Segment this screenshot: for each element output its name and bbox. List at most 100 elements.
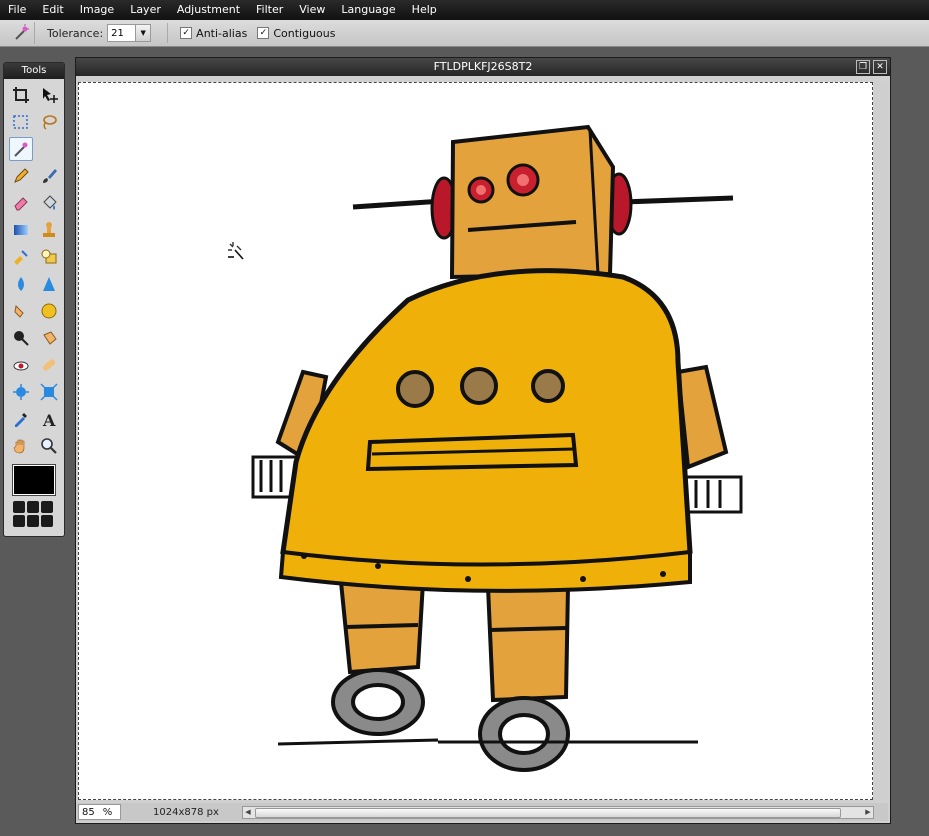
antialias-label: Anti-alias <box>196 26 248 40</box>
text-a-icon: A <box>42 411 56 428</box>
scroll-right-icon[interactable]: ▶ <box>863 807 873 818</box>
brush-icon <box>43 169 57 183</box>
type-tool[interactable]: A <box>37 407 61 431</box>
clone-stamp-tool[interactable] <box>37 218 61 242</box>
vertical-scrollbar[interactable] <box>874 82 888 800</box>
color-picker-tool[interactable] <box>9 407 33 431</box>
empty-tool-slot <box>37 137 61 161</box>
menu-layer[interactable]: Layer <box>122 0 169 20</box>
document-titlebar[interactable]: FTLDPLKFJ26S8T2 ❐ ✕ <box>76 58 890 76</box>
view-mode-button[interactable] <box>41 501 53 513</box>
document-window: FTLDPLKFJ26S8T2 ❐ ✕ 85 % 1024x878 px ◀ ▶ <box>75 57 891 824</box>
pencil-tool[interactable] <box>9 164 33 188</box>
menu-help[interactable]: Help <box>404 0 445 20</box>
antialias-option[interactable]: ✓ Anti-alias <box>180 27 247 40</box>
view-mode-button[interactable] <box>27 501 39 513</box>
tool-grid: A <box>4 79 64 461</box>
crop-icon <box>13 87 29 103</box>
sharpen-cone-icon <box>43 277 55 291</box>
view-mode-button[interactable] <box>13 501 25 513</box>
contiguous-label: Contiguous <box>273 26 336 40</box>
menu-adjustment[interactable]: Adjustment <box>169 0 248 20</box>
tolerance-dropdown-button[interactable]: ▼ <box>135 25 151 41</box>
primary-color-swatch[interactable] <box>12 464 56 496</box>
eraser-icon <box>14 197 28 211</box>
blur-tool[interactable] <box>9 272 33 296</box>
brush-tool[interactable] <box>37 164 61 188</box>
scroll-left-icon[interactable]: ◀ <box>243 807 253 818</box>
pencil-icon <box>14 168 29 183</box>
pinch-tool[interactable] <box>37 380 61 404</box>
zoom-value: 85 <box>82 806 95 818</box>
bucket-tool[interactable] <box>37 191 61 215</box>
shape-icon <box>41 249 57 264</box>
drawing-tool[interactable] <box>37 245 61 269</box>
lasso-icon <box>43 115 57 130</box>
zoom-tool[interactable] <box>37 434 61 458</box>
tools-panel: Tools A <box>3 62 65 537</box>
menu-filter[interactable]: Filter <box>248 0 291 20</box>
view-mode-button[interactable] <box>41 515 53 527</box>
horizontal-scrollbar[interactable]: ◀ ▶ <box>242 806 874 819</box>
burn-tool[interactable] <box>37 326 61 350</box>
bloat-tool[interactable] <box>9 380 33 404</box>
tool-options-bar: Tolerance: ▼ ✓ Anti-alias ✓ Contiguous <box>0 20 929 47</box>
red-eye-tool[interactable] <box>9 353 33 377</box>
smudge-tool[interactable] <box>9 299 33 323</box>
magic-wand-tool[interactable] <box>9 137 33 161</box>
menu-file[interactable]: File <box>0 0 34 20</box>
document-title: FTLDPLKFJ26S8T2 <box>433 60 533 73</box>
dodge-tool[interactable] <box>9 326 33 350</box>
marquee-tool[interactable] <box>9 110 33 134</box>
zoom-input[interactable]: 85 % <box>78 804 121 820</box>
menu-bar: File Edit Image Layer Adjustment Filter … <box>0 0 929 20</box>
magic-wand-cursor-icon <box>228 242 244 260</box>
dodge-icon <box>14 331 29 346</box>
blur-drop-icon <box>18 277 24 291</box>
gradient-tool[interactable] <box>9 218 33 242</box>
close-button[interactable]: ✕ <box>873 60 887 74</box>
zoom-unit: % <box>102 806 113 818</box>
magic-wand-icon <box>8 22 35 44</box>
contiguous-checkbox[interactable]: ✓ <box>257 27 270 39</box>
divider <box>167 23 169 43</box>
color-replace-tool[interactable] <box>9 245 33 269</box>
menu-view[interactable]: View <box>291 0 333 20</box>
hand-icon <box>13 439 25 454</box>
spot-heal-tool[interactable] <box>37 353 61 377</box>
paint-bucket-icon <box>43 195 57 210</box>
eyedropper-icon <box>15 413 27 427</box>
menu-language[interactable]: Language <box>333 0 403 20</box>
menu-edit[interactable]: Edit <box>34 0 71 20</box>
magic-wand-icon <box>14 142 28 157</box>
view-mode-button[interactable] <box>27 515 39 527</box>
image-dimensions: 1024x878 px <box>153 806 219 818</box>
contiguous-option[interactable]: ✓ Contiguous <box>257 27 335 40</box>
eraser-tool[interactable] <box>9 191 33 215</box>
status-bar: 85 % 1024x878 px ◀ ▶ <box>76 803 888 821</box>
move-tool[interactable] <box>37 83 61 107</box>
color-replace-icon <box>14 250 28 265</box>
image-canvas[interactable] <box>78 82 873 800</box>
menu-image[interactable]: Image <box>72 0 122 20</box>
hand-tool[interactable] <box>9 434 33 458</box>
stamp-icon <box>43 222 55 237</box>
lasso-tool[interactable] <box>37 110 61 134</box>
smudge-finger-icon <box>14 304 24 318</box>
view-mode-buttons <box>13 501 53 527</box>
bandage-icon <box>42 359 56 371</box>
tolerance-input[interactable] <box>108 26 136 40</box>
restore-button[interactable]: ❐ <box>856 60 870 74</box>
view-mode-button[interactable] <box>13 515 25 527</box>
tolerance-label: Tolerance: <box>47 26 104 40</box>
horizontal-scroll-thumb[interactable] <box>255 808 841 818</box>
eye-icon <box>13 361 29 371</box>
tools-panel-title: Tools <box>4 63 64 79</box>
sponge-tool[interactable] <box>37 299 61 323</box>
sharpen-tool[interactable] <box>37 272 61 296</box>
burn-hand-icon <box>43 331 57 345</box>
antialias-checkbox[interactable]: ✓ <box>180 27 193 39</box>
pinch-icon <box>40 383 58 401</box>
crop-tool[interactable] <box>9 83 33 107</box>
chevron-down-icon: ▼ <box>140 29 146 37</box>
